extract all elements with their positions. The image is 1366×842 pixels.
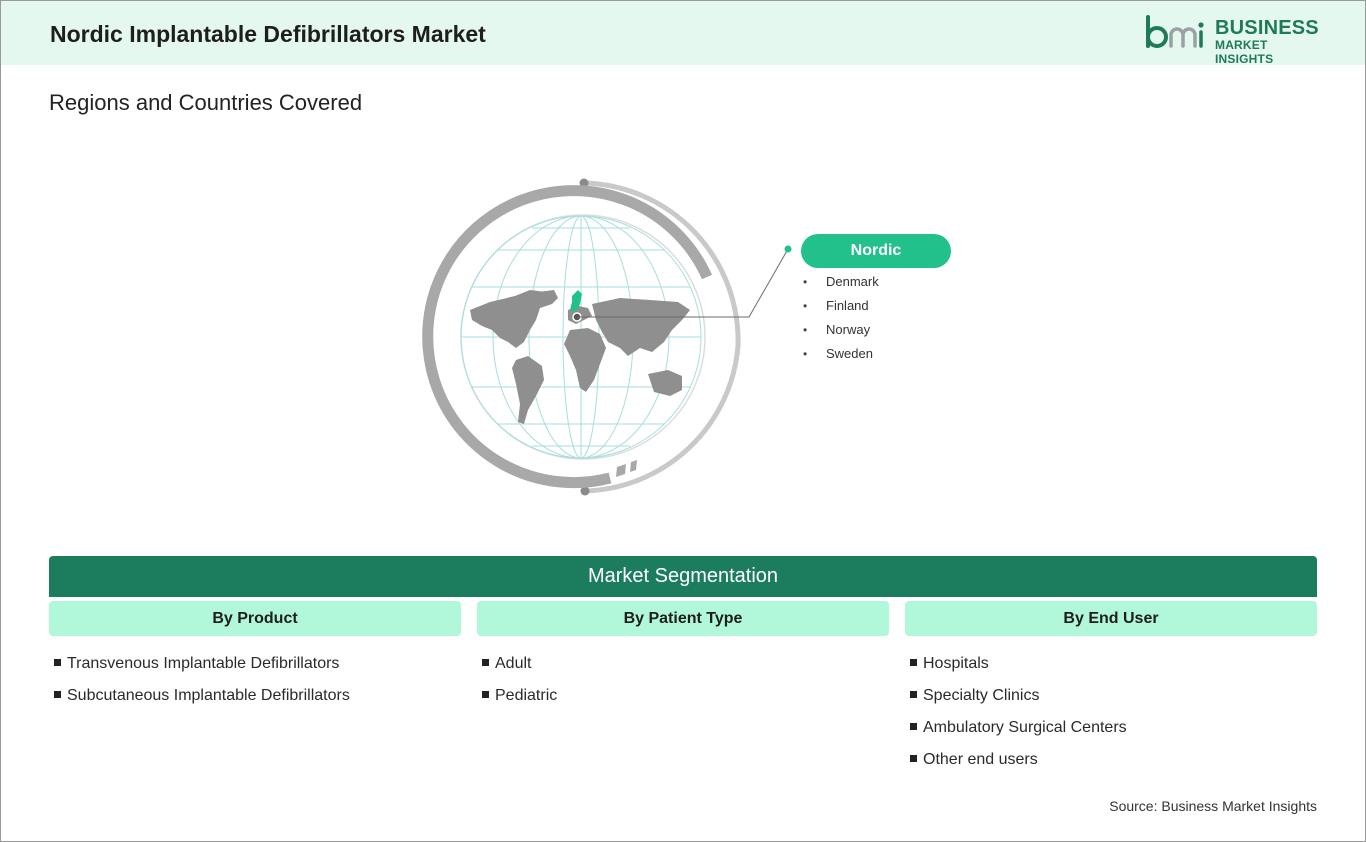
bullet-square-icon <box>910 755 917 762</box>
list-item: Transvenous Implantable Defibrillators <box>54 654 350 686</box>
header-bar: Nordic Implantable Defibrillators Market… <box>1 1 1365 66</box>
logo-text-market-insights: MARKET INSIGHTS <box>1215 38 1274 66</box>
country-item: Norway <box>803 321 879 345</box>
bullet-square-icon <box>54 659 61 666</box>
market-segmentation-bar: Market Segmentation <box>49 556 1317 597</box>
country-item: Sweden <box>803 345 879 369</box>
list-item: Hospitals <box>910 654 1127 686</box>
list-item: Other end users <box>910 750 1127 782</box>
patient-type-list: Adult Pediatric <box>482 654 557 718</box>
logo-text-business: BUSINESS <box>1215 17 1319 39</box>
product-list: Transvenous Implantable Defibrillators S… <box>54 654 350 718</box>
world-globe-map <box>422 178 792 496</box>
region-pill-nordic: Nordic <box>801 234 951 268</box>
bullet-square-icon <box>910 659 917 666</box>
bullet-square-icon <box>910 723 917 730</box>
regions-heading: Regions and Countries Covered <box>49 90 363 115</box>
page-title: Nordic Implantable Defibrillators Market <box>50 21 486 47</box>
bullet-square-icon <box>54 691 61 698</box>
source-note: Source: Business Market Insights <box>1109 798 1317 814</box>
list-item: Pediatric <box>482 686 557 718</box>
brand-logo: BUSINESS MARKET INSIGHTS <box>1145 15 1325 66</box>
segment-heading-by-patient-type: By Patient Type <box>477 601 889 636</box>
bullet-square-icon <box>910 691 917 698</box>
arc-tick-2 <box>630 460 637 472</box>
list-item: Adult <box>482 654 557 686</box>
connector-end-dot <box>784 245 792 253</box>
bmi-logo-icon <box>1146 15 1204 48</box>
bullet-square-icon <box>482 659 489 666</box>
country-item: Finland <box>803 297 879 321</box>
bullet-square-icon <box>482 691 489 698</box>
country-list: Denmark Finland Norway Sweden <box>803 273 879 369</box>
segment-heading-by-end-user: By End User <box>905 601 1317 636</box>
list-item: Subcutaneous Implantable Defibrillators <box>54 686 350 718</box>
list-item: Ambulatory Surgical Centers <box>910 718 1127 750</box>
arc-tick-1 <box>616 464 626 477</box>
segment-heading-by-product: By Product <box>49 601 461 636</box>
country-item: Denmark <box>803 273 879 297</box>
end-user-list: Hospitals Specialty Clinics Ambulatory S… <box>910 654 1127 782</box>
list-item: Specialty Clinics <box>910 686 1127 718</box>
